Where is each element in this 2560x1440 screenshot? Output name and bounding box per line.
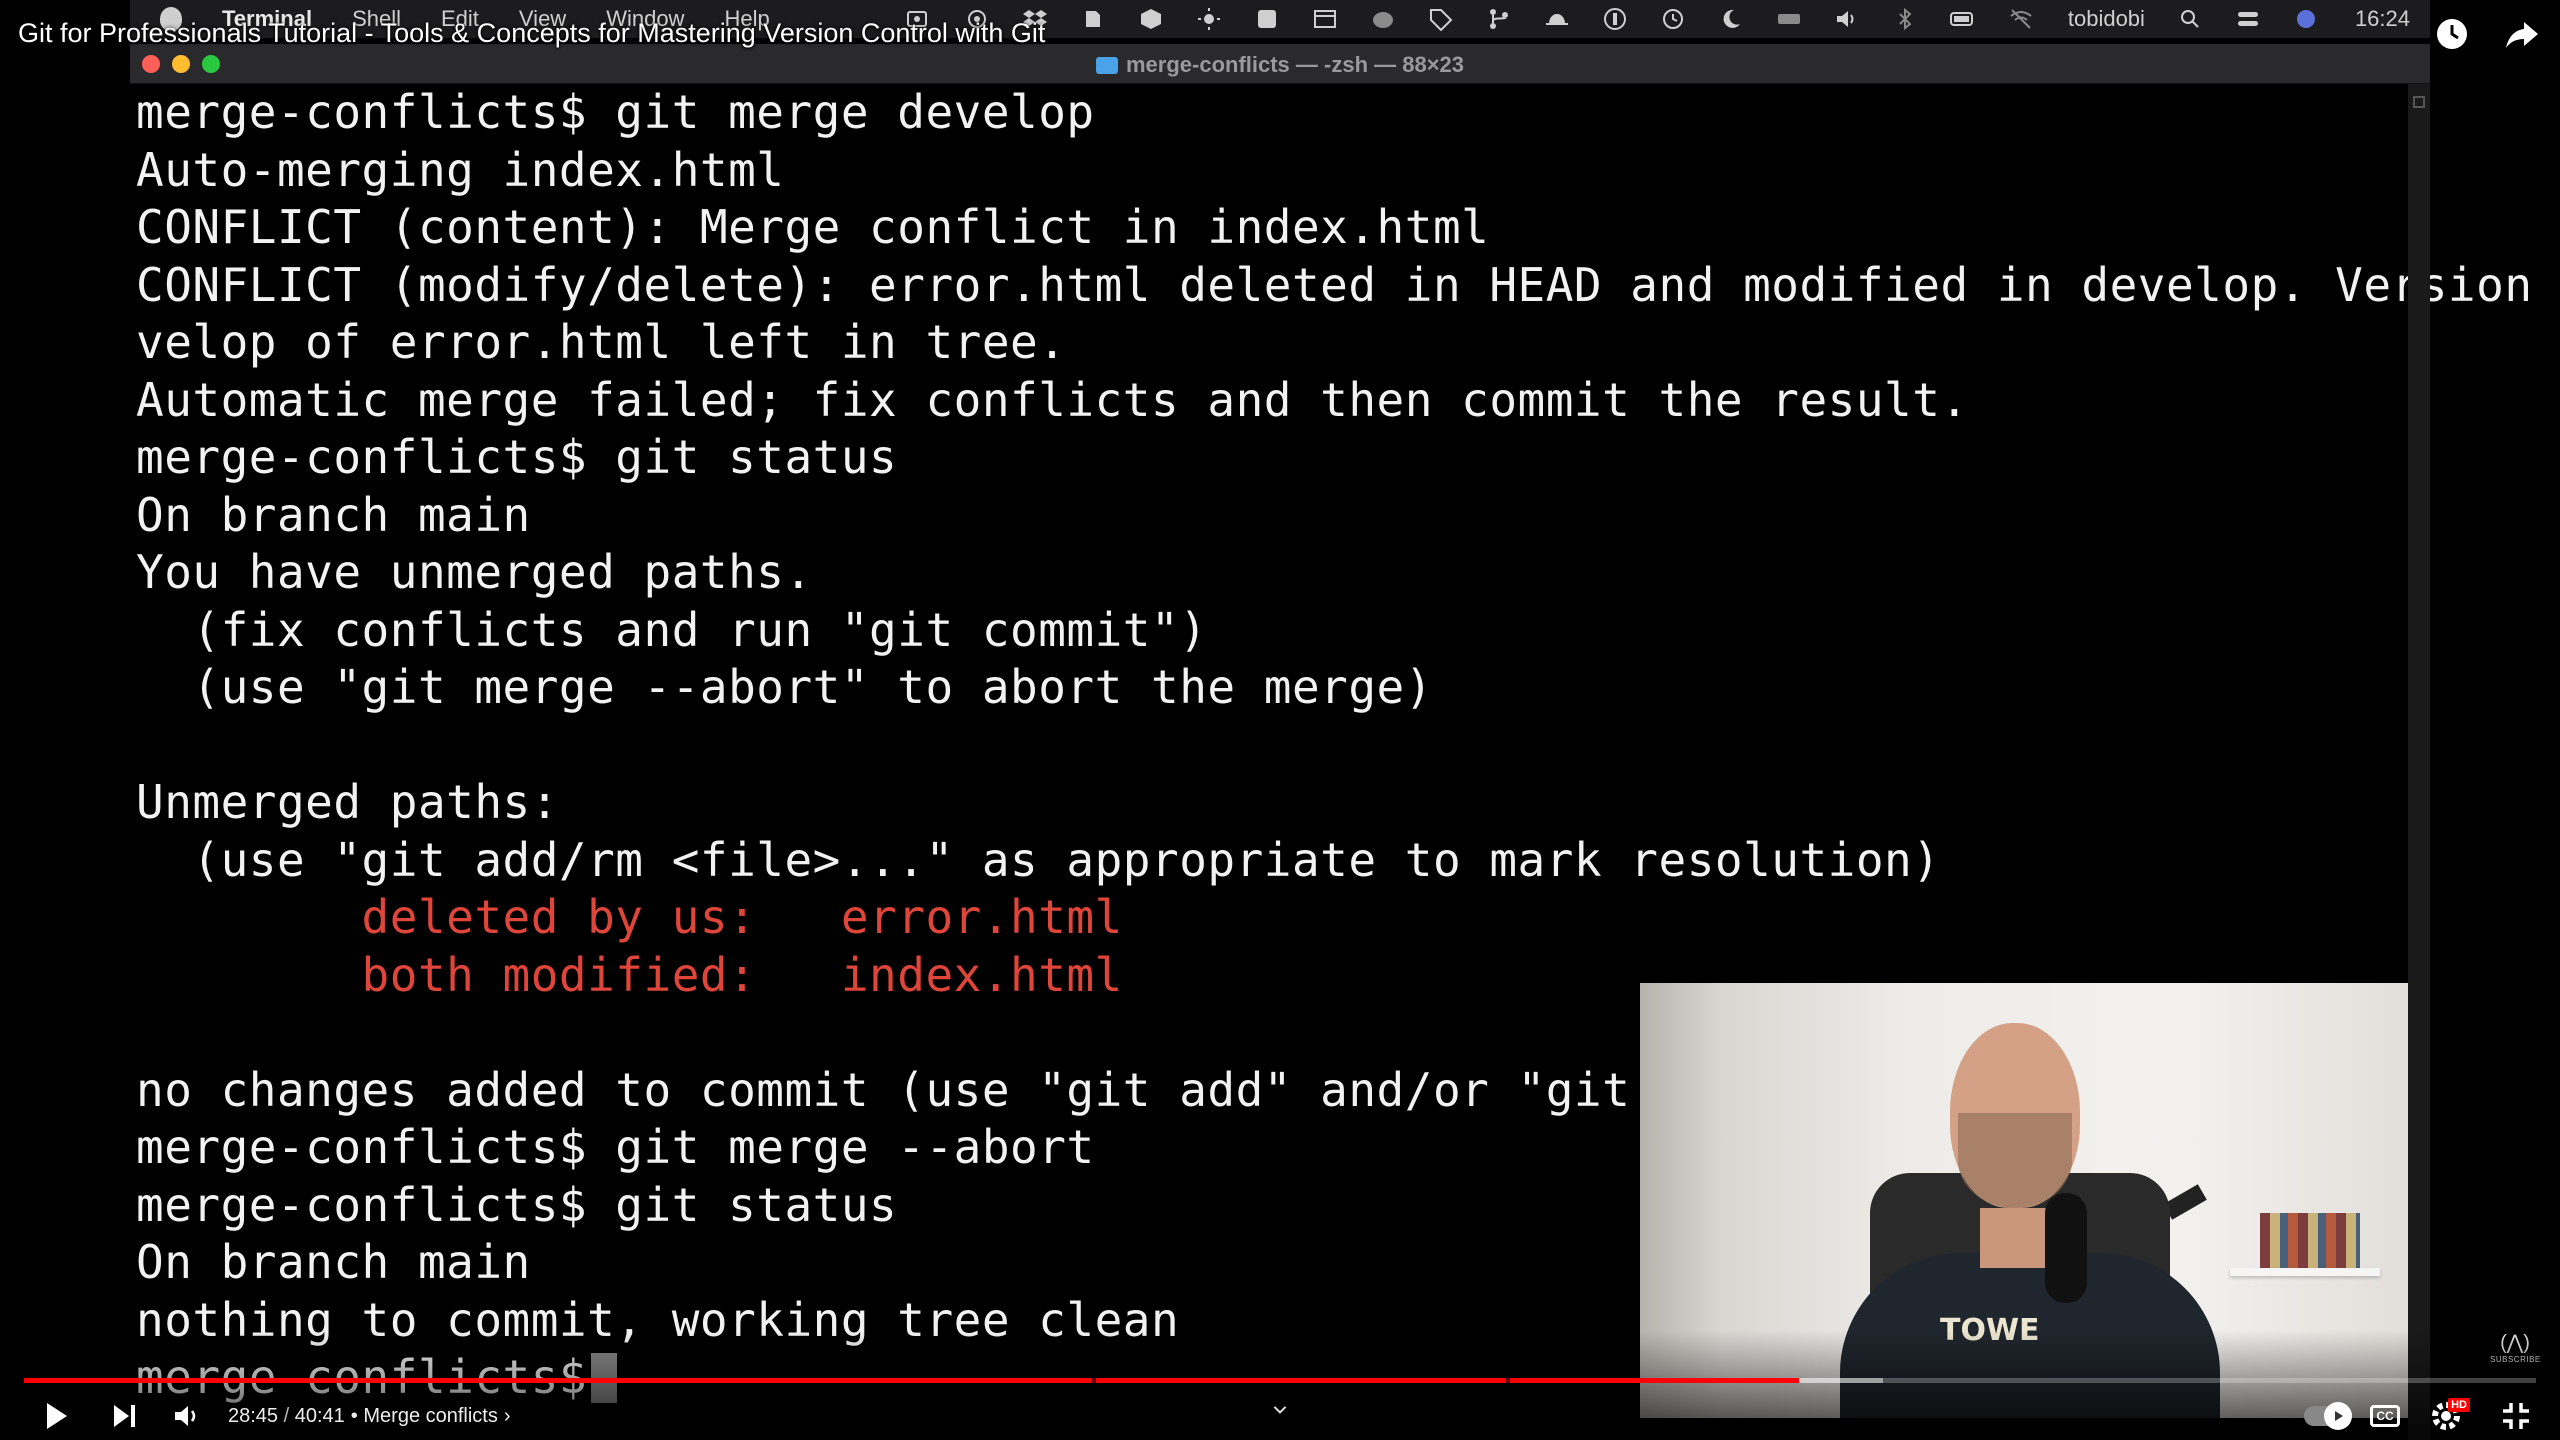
- play-button[interactable]: [32, 1392, 80, 1440]
- next-icon: [114, 1405, 135, 1427]
- video-top-actions: [2432, 14, 2542, 54]
- chevron-down-icon[interactable]: [1265, 1398, 1295, 1422]
- time-machine-icon: [1660, 7, 1686, 31]
- terminal-line: velop of error.html left in tree.: [136, 315, 1067, 369]
- share-icon[interactable]: [2502, 14, 2542, 54]
- moon-icon: [1718, 7, 1744, 31]
- duration: 40:41: [294, 1404, 345, 1427]
- chapter-separator: •: [350, 1404, 358, 1427]
- settings-button[interactable]: HD: [2422, 1392, 2470, 1440]
- hat-icon: [1544, 7, 1570, 31]
- folder-icon: [1095, 57, 1118, 74]
- microphone: [2045, 1193, 2087, 1303]
- volume-button[interactable]: [162, 1392, 210, 1440]
- clock-icon[interactable]: [2432, 14, 2472, 54]
- captions-icon[interactable]: CC: [2370, 1405, 2400, 1427]
- exit-fullscreen-button[interactable]: [2492, 1392, 2540, 1440]
- branch-icon: [1486, 7, 1512, 31]
- terminal-scrollbar: [2408, 84, 2430, 1440]
- window-icon: [1312, 7, 1338, 31]
- menubar-status-area: tobidobi 16:24: [874, 0, 2410, 38]
- terminal-line: merge-conflicts$ git merge develop: [136, 85, 1095, 139]
- bluetooth-icon: [1892, 7, 1918, 31]
- sun-icon: [1196, 7, 1222, 31]
- terminal-line: (use "git add/rm <file>..." as appropria…: [136, 832, 1941, 887]
- password-icon: [1602, 7, 1628, 31]
- terminal-title-text: merge-conflicts — -zsh — 88×23: [1125, 52, 1465, 77]
- player-right-controls: CC HD: [2304, 1392, 2540, 1440]
- progress-bar[interactable]: [24, 1378, 2536, 1383]
- spotlight-search-icon: [2177, 7, 2203, 31]
- terminal-line: Auto-merging index.html: [136, 142, 785, 197]
- terminal-line: You have unmerged paths.: [136, 545, 813, 599]
- time-display: 28:45 / 40:41: [228, 1405, 345, 1428]
- bookshelf: [2260, 1213, 2360, 1268]
- chapter-title: Merge conflicts: [363, 1404, 498, 1427]
- video-title: Git for Professionals Tutorial - Tools &…: [18, 18, 1046, 48]
- speaker-icon: [1834, 7, 1860, 31]
- elephant-icon: [1370, 7, 1396, 31]
- evernote-icon: [1080, 7, 1106, 31]
- wifi-off-icon: [2008, 7, 2034, 31]
- progress-played: [24, 1378, 1799, 1383]
- hd-badge: HD: [2448, 1398, 2470, 1412]
- chapter-button[interactable]: • Merge conflicts: [351, 1405, 498, 1428]
- cube-icon: [1138, 7, 1164, 31]
- terminal-line: CONFLICT (content): Merge conflict in in…: [136, 200, 1490, 254]
- video-frame[interactable]: Terminal Shell Edit View Window Help tob…: [0, 0, 2560, 1440]
- terminal-line: (use "git merge --abort" to abort the me…: [136, 660, 1433, 714]
- terminal-line: On branch main: [136, 487, 531, 542]
- terminal-line: (fix conflicts and run "git commit"): [136, 602, 1208, 657]
- current-time: 28:45: [228, 1404, 279, 1427]
- battery-icon: [1949, 7, 1976, 31]
- terminal-line: merge-conflicts$ git status: [136, 430, 898, 484]
- chapter-marker: [1091, 1378, 1096, 1383]
- terminal-line: deleted by us: error.html: [136, 890, 1123, 944]
- terminal-line: CONFLICT (modify/delete): error.html del…: [136, 257, 2560, 312]
- terminal-line: Unmerged paths:: [136, 775, 559, 829]
- keyboard-icon: [1776, 7, 1802, 31]
- menubar-clock: 16:24: [2354, 6, 2410, 31]
- control-center-icon: [2235, 7, 2261, 31]
- terminal-title: merge-conflicts — -zsh — 88×23: [130, 52, 2430, 78]
- terminal-titlebar: merge-conflicts — -zsh — 88×23: [130, 44, 2430, 84]
- autoplay-toggle[interactable]: [2304, 1402, 2352, 1430]
- terminal-line: Automatic merge failed; fix conflicts an…: [136, 372, 1969, 427]
- next-button[interactable]: [100, 1392, 148, 1440]
- play-icon: [47, 1403, 67, 1429]
- autoplay-toggle-icon: [2324, 1402, 2352, 1430]
- drive-icon: [1254, 7, 1280, 31]
- time-separator: /: [278, 1404, 295, 1427]
- siri-icon: [2293, 7, 2319, 31]
- chapter-chevron-icon: ›: [503, 1404, 511, 1427]
- exit-fullscreen-icon: [2503, 1403, 2529, 1429]
- chapter-marker: [1506, 1378, 1511, 1383]
- tag-icon: [1428, 7, 1454, 31]
- menubar-username: tobidobi: [2067, 6, 2145, 31]
- volume-icon: [175, 1406, 196, 1426]
